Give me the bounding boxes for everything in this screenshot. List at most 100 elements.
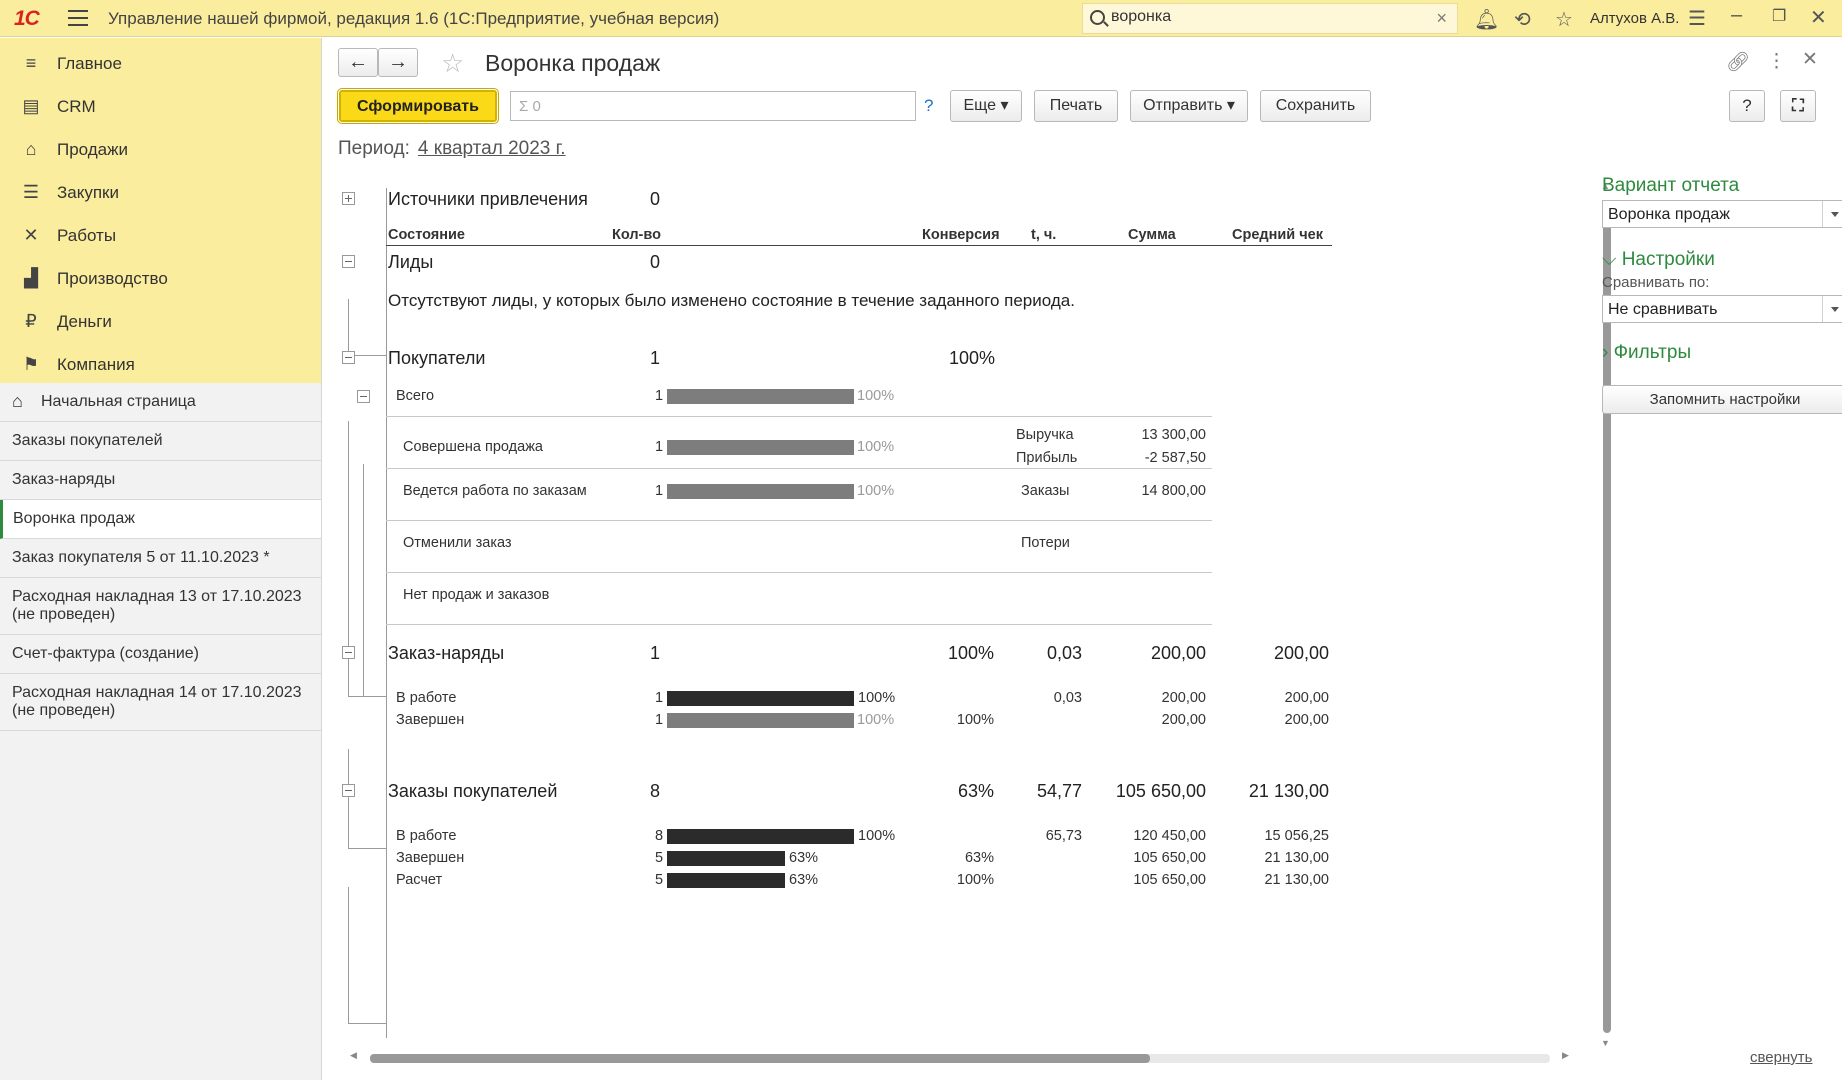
- collapse-panel-link[interactable]: свернуть: [1750, 1049, 1812, 1066]
- sidebar-item-label: Главное: [57, 54, 122, 73]
- forward-button[interactable]: →: [378, 48, 418, 77]
- main-menu-icon[interactable]: [68, 10, 88, 26]
- buyers-row-count: 1: [655, 439, 664, 455]
- sidebar-item-main[interactable]: ≡ Главное: [0, 42, 321, 85]
- favorites-star-icon[interactable]: ☆: [1555, 7, 1573, 32]
- history-icon[interactable]: ⟲: [1514, 7, 1531, 32]
- work-orders-sum: 200,00: [1150, 643, 1206, 663]
- shop-icon: ⌂: [25, 139, 37, 159]
- customer-orders-row-label: В работе: [396, 828, 457, 844]
- buyers-total-bar: [667, 389, 854, 404]
- minimize-window-icon[interactable]: –: [1731, 4, 1742, 27]
- sidebar-item-label: Производство: [57, 269, 168, 288]
- variant-select[interactable]: Воронка продаж: [1602, 200, 1842, 228]
- open-window-item[interactable]: Расходная накладная 13 от 17.10.2023 (не…: [0, 578, 321, 635]
- vertical-scrollbar[interactable]: [1603, 203, 1611, 1033]
- customer-orders-row-count: 5: [655, 872, 664, 888]
- customer-orders-row-count: 8: [655, 828, 664, 844]
- work-orders-row-conversion: 100%: [956, 712, 994, 728]
- work-orders-row-pct: 100%: [858, 690, 896, 706]
- customer-orders-count: 8: [650, 781, 661, 801]
- scroll-left-icon[interactable]: ◀: [350, 1050, 357, 1061]
- report-gridline: [386, 188, 387, 1038]
- chevron-down-icon[interactable]: [1822, 201, 1842, 227]
- collapse-buyers-icon[interactable]: [342, 351, 355, 364]
- generate-button[interactable]: Сформировать: [337, 88, 499, 124]
- work-orders-row-label: Завершен: [396, 712, 465, 728]
- horizontal-scroll-thumb[interactable]: [370, 1054, 1150, 1063]
- sidebar-item-label: Работы: [57, 226, 117, 245]
- filters-group[interactable]: › Фильтры: [1602, 342, 1691, 364]
- sidebar-item-crm[interactable]: ▤ CRM: [0, 85, 321, 128]
- more-actions-icon[interactable]: ⋮: [1767, 50, 1786, 73]
- close-form-icon[interactable]: ✕: [1802, 48, 1818, 71]
- scroll-down-icon[interactable]: ▼: [1601, 1038, 1610, 1048]
- expand-sources-icon[interactable]: [342, 192, 355, 205]
- sources-count: 0: [650, 189, 661, 209]
- compare-label: Сравнивать по:: [1602, 274, 1710, 291]
- buyers-row-label: Отменили заказ: [403, 535, 512, 551]
- customer-orders-row-label: Завершен: [396, 850, 465, 866]
- work-orders-row-time: 0,03: [1053, 690, 1082, 706]
- collapse-buyers-total-icon[interactable]: [357, 390, 370, 403]
- open-window-item[interactable]: Счет-фактура (создание): [0, 635, 321, 674]
- page-title: Воронка продаж: [485, 50, 661, 76]
- chevron-down-icon[interactable]: [1822, 296, 1842, 322]
- collapse-customer-orders-icon[interactable]: [342, 784, 355, 797]
- customer-orders-sum: 105 650,00: [1115, 781, 1206, 801]
- current-user[interactable]: Алтухов А.В.: [1590, 10, 1679, 27]
- notifications-bell-icon[interactable]: 🔔︎: [1474, 7, 1499, 32]
- open-window-item-active[interactable]: Воронка продаж: [0, 500, 321, 539]
- open-window-item[interactable]: Заказы покупателей: [0, 422, 321, 461]
- sidebar-item-label: CRM: [57, 97, 96, 116]
- work-orders-row-avg: 200,00: [1284, 690, 1329, 706]
- sidebar-item-production[interactable]: ▟ Производство: [0, 257, 321, 300]
- link-icon[interactable]: 🔗︎: [1726, 50, 1750, 74]
- close-window-icon[interactable]: ✕: [1810, 5, 1827, 30]
- print-button[interactable]: Печать: [1034, 90, 1118, 122]
- period-link[interactable]: 4 квартал 2023 г.: [418, 138, 566, 159]
- buyers-row-pct: 100%: [857, 483, 895, 499]
- collapse-leads-icon[interactable]: [342, 255, 355, 268]
- tools-icon: ✕: [23, 225, 39, 245]
- scroll-right-icon[interactable]: ▶: [1562, 1050, 1569, 1061]
- customer-orders-conversion: 63%: [957, 781, 994, 801]
- collapse-work-orders-icon[interactable]: [342, 646, 355, 659]
- sidebar-item-money[interactable]: ₽ Деньги: [0, 300, 321, 343]
- compare-select[interactable]: Не сравнивать: [1602, 295, 1842, 323]
- restore-window-icon[interactable]: ❐: [1772, 6, 1786, 26]
- save-button[interactable]: Сохранить: [1260, 90, 1371, 122]
- period: Период: 4 квартал 2023 г.: [338, 138, 566, 159]
- help-button[interactable]: ?: [1729, 90, 1765, 122]
- settings-menu-icon[interactable]: ☰: [1688, 6, 1706, 31]
- global-search[interactable]: ×: [1082, 3, 1458, 34]
- work-orders-count: 1: [650, 643, 661, 663]
- work-orders-row-sum: 200,00: [1161, 712, 1206, 728]
- sidebar-item-works[interactable]: ✕ Работы: [0, 214, 321, 257]
- top-bar: 1С Управление нашей фирмой, редакция 1.6…: [0, 0, 1842, 37]
- horizontal-scrollbar[interactable]: [370, 1054, 1550, 1063]
- sidebar-item-purchases[interactable]: ☰ Закупки: [0, 171, 321, 214]
- send-button[interactable]: Отправить ▾: [1130, 90, 1248, 122]
- sidebar-item-sales[interactable]: ⌂ Продажи: [0, 128, 321, 171]
- favorite-star-icon[interactable]: ☆: [441, 48, 464, 79]
- sum-field[interactable]: Σ 0: [510, 91, 916, 121]
- open-window-item[interactable]: Заказ-наряды: [0, 461, 321, 500]
- more-button[interactable]: Еще ▾: [950, 90, 1022, 122]
- fullscreen-icon[interactable]: ⛶: [1780, 90, 1816, 122]
- open-window-item[interactable]: Заказ покупателя 5 от 11.10.2023 *: [0, 539, 321, 578]
- back-button[interactable]: ←: [338, 48, 378, 77]
- help-link[interactable]: ?: [924, 96, 933, 116]
- clear-search-icon[interactable]: ×: [1436, 8, 1447, 29]
- sidebar-item-company[interactable]: ⚑ Компания: [0, 343, 321, 386]
- remember-settings-button[interactable]: Запомнить настройки: [1602, 385, 1842, 414]
- factory-icon: ▟: [24, 268, 38, 288]
- customer-orders-row-sum: 120 450,00: [1133, 828, 1206, 844]
- search-input[interactable]: [1111, 8, 1411, 26]
- settings-group[interactable]: ⌵ Настройки: [1602, 249, 1715, 271]
- open-window-home[interactable]: ⌂ Начальная страница: [0, 383, 321, 422]
- buyers-row-bar: [667, 484, 854, 499]
- customer-orders-row-time: 65,73: [1045, 828, 1082, 844]
- buyers-conversion: 100%: [949, 348, 996, 368]
- open-window-item[interactable]: Расходная накладная 14 от 17.10.2023 (не…: [0, 674, 321, 731]
